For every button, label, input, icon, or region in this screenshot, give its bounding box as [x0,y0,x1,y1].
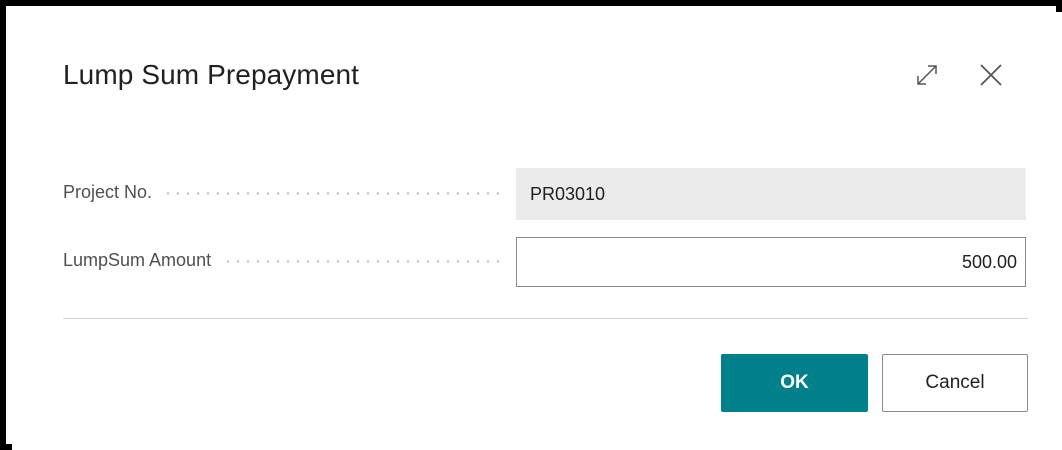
cancel-button[interactable]: Cancel [882,354,1028,412]
project-no-row: Project No. PR03010 [63,168,1028,220]
lumpsum-amount-row: LumpSum Amount [63,236,1028,288]
project-no-field: PR03010 [516,168,1026,220]
ok-button[interactable]: OK [721,354,868,412]
expand-icon [917,65,937,85]
lumpsum-amount-input[interactable] [516,237,1026,287]
screenshot-frame: Lump Sum Prepayment Project No. PR03010 … [0,0,1062,450]
close-icon [980,64,1002,86]
project-no-label: Project No. [63,182,163,203]
footer-divider [63,318,1028,319]
lump-sum-prepayment-dialog: Lump Sum Prepayment Project No. PR03010 … [12,12,1062,450]
close-button[interactable] [973,57,1009,93]
lumpsum-amount-label: LumpSum Amount [63,250,222,271]
expand-button[interactable] [909,57,945,93]
dialog-title: Lump Sum Prepayment [63,59,360,90]
